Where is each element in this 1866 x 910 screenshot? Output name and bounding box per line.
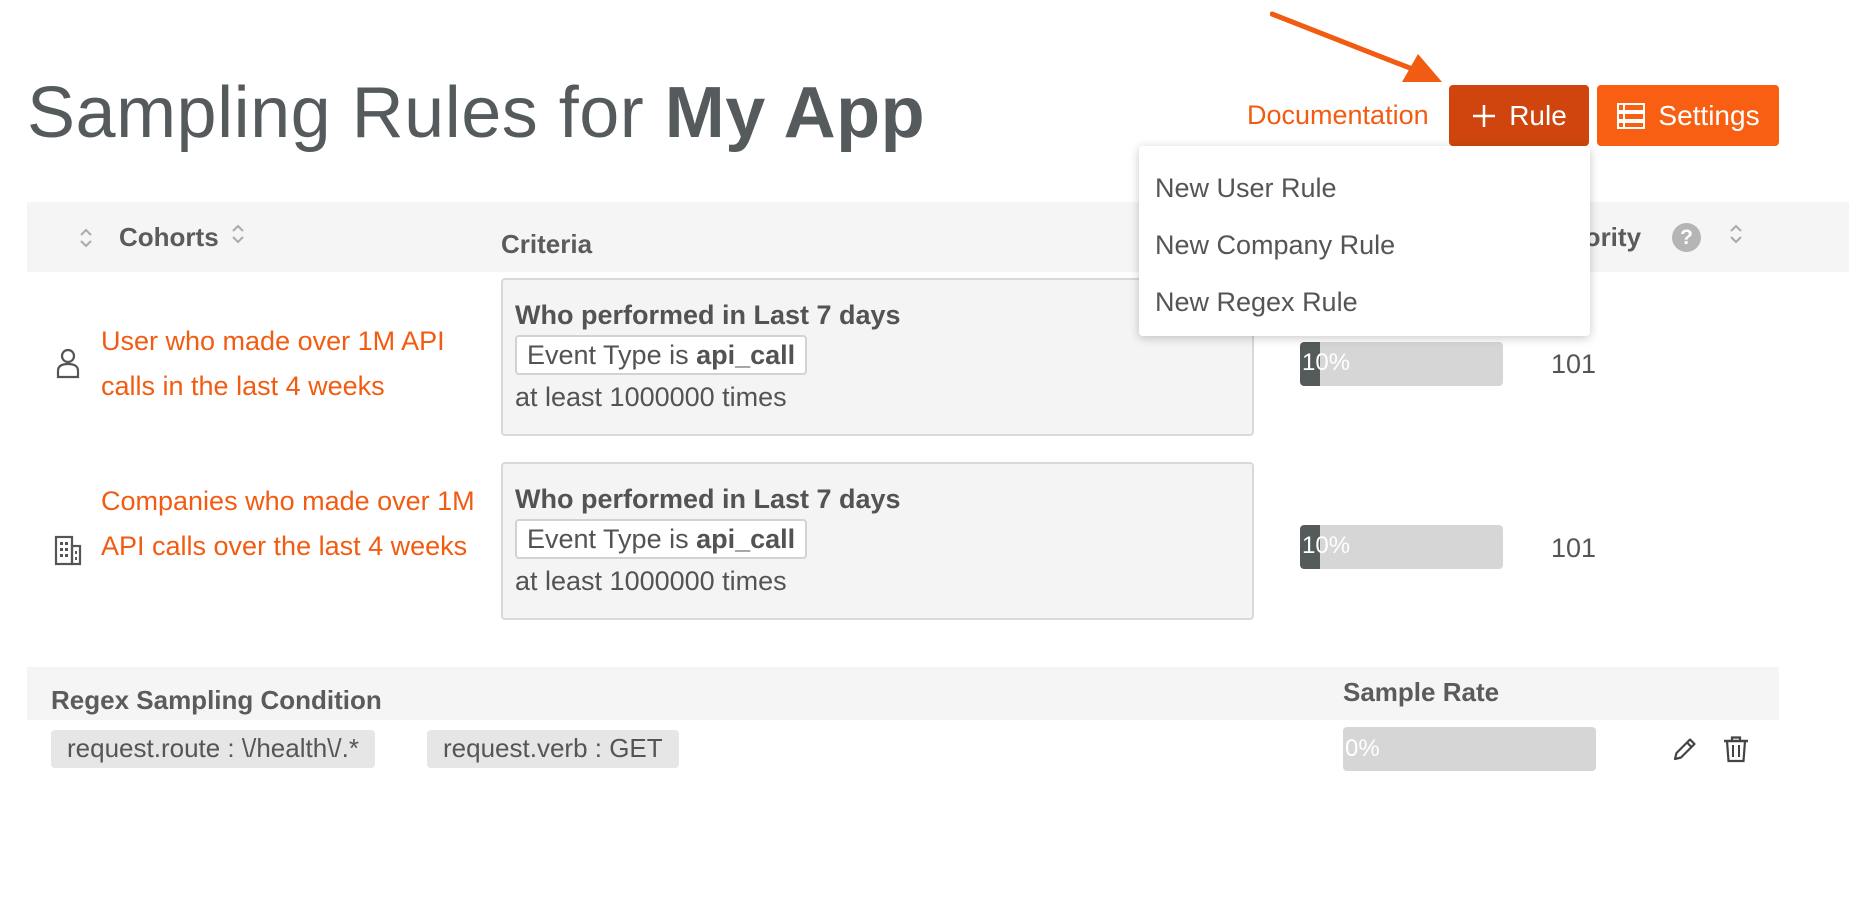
sample-rate-text: 10% bbox=[1302, 349, 1351, 376]
sort-icon[interactable] bbox=[79, 226, 93, 250]
regex-table-header: Regex Sampling Condition Sample Rate bbox=[27, 667, 1779, 720]
sample-rate-bar[interactable]: 10% bbox=[1300, 342, 1503, 386]
priority-value: 101 bbox=[1551, 533, 1597, 563]
page-title: Sampling Rules for My App bbox=[27, 72, 925, 154]
building-icon bbox=[54, 535, 82, 566]
criteria-times: at least 1000000 times bbox=[515, 566, 787, 596]
settings-label: Settings bbox=[1658, 99, 1760, 131]
add-rule-button[interactable]: Rule bbox=[1449, 85, 1589, 146]
add-rule-label: Rule bbox=[1509, 99, 1567, 131]
criteria-title: Who performed in Last 7 days bbox=[515, 484, 901, 514]
user-icon bbox=[56, 348, 80, 379]
regex-condition-header: Regex Sampling Condition bbox=[51, 685, 382, 715]
plus-icon bbox=[1473, 104, 1496, 127]
criteria-box[interactable]: Who performed in Last 7 days Event Type … bbox=[501, 462, 1254, 620]
annotation-arrow-icon bbox=[1270, 11, 1442, 82]
column-criteria: Criteria bbox=[501, 229, 593, 259]
documentation-link[interactable]: Documentation bbox=[1247, 100, 1429, 131]
add-rule-dropdown-menu: New User Rule New Company Rule New Regex… bbox=[1139, 146, 1590, 336]
cohort-name-link[interactable]: User who made over 1M API calls in the l… bbox=[101, 319, 481, 409]
priority-help-icon[interactable]: ? bbox=[1672, 223, 1701, 252]
app-name: My App bbox=[664, 73, 926, 153]
event-type-chip: Event Type is api_call bbox=[515, 335, 808, 375]
menu-item-new-company-rule[interactable]: New Company Rule bbox=[1139, 217, 1590, 274]
column-cohorts[interactable]: Cohorts bbox=[119, 222, 219, 253]
title-prefix: Sampling Rules for bbox=[27, 73, 645, 153]
sample-rate-text: 10% bbox=[1302, 532, 1351, 559]
priority-sort-icon[interactable] bbox=[1729, 222, 1743, 246]
regex-sample-rate-text: 0% bbox=[1345, 735, 1380, 762]
sample-rate-bar[interactable]: 10% bbox=[1300, 525, 1503, 569]
cohort-name-link[interactable]: Companies who made over 1M API calls ove… bbox=[101, 479, 481, 569]
criteria-title: Who performed in Last 7 days bbox=[515, 300, 901, 330]
regex-condition-chip: request.route : \/health\/.* bbox=[51, 730, 375, 768]
settings-list-icon bbox=[1617, 102, 1646, 129]
priority-value: 101 bbox=[1551, 349, 1597, 379]
regex-condition-chip: request.verb : GET bbox=[427, 730, 679, 768]
menu-item-new-user-rule[interactable]: New User Rule bbox=[1139, 160, 1590, 217]
settings-button[interactable]: Settings bbox=[1597, 85, 1779, 146]
criteria-times: at least 1000000 times bbox=[515, 382, 787, 412]
delete-trash-icon[interactable] bbox=[1720, 733, 1752, 765]
cohorts-sort-icon[interactable] bbox=[231, 222, 245, 246]
edit-pencil-icon[interactable] bbox=[1669, 733, 1701, 765]
regex-sample-rate-bar[interactable]: 0% bbox=[1343, 727, 1596, 771]
event-type-chip: Event Type is api_call bbox=[515, 519, 808, 559]
regex-rate-header: Sample Rate bbox=[1343, 677, 1500, 707]
menu-item-new-regex-rule[interactable]: New Regex Rule bbox=[1139, 274, 1590, 331]
